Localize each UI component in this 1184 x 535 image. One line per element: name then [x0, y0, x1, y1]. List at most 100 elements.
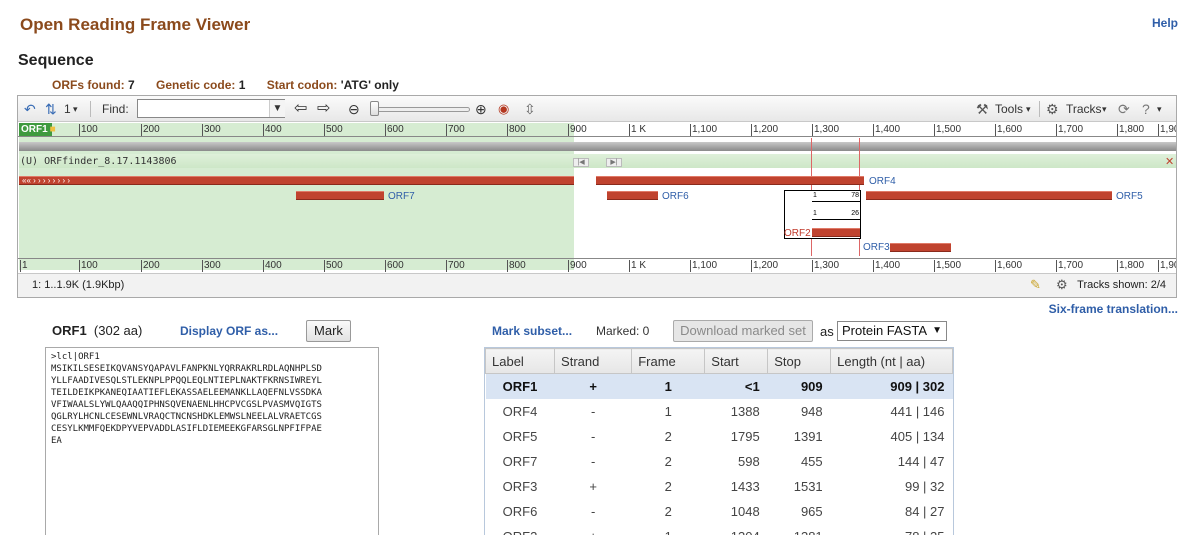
find-dropdown-icon[interactable]: ▼ — [269, 100, 285, 117]
ruler-tick-label: 1,200 — [753, 260, 779, 271]
orf2-label[interactable]: ORF2 — [784, 228, 811, 239]
start-codon-value: 'ATG' only — [340, 78, 399, 92]
table-cell: 909 — [767, 373, 831, 399]
tools-icon[interactable]: ⚒ — [976, 100, 989, 118]
flip-strand-icon[interactable]: ⇅ — [45, 100, 57, 118]
zoom-in-icon[interactable]: ⊕ — [475, 100, 487, 118]
ruler-tick — [995, 124, 996, 136]
mark-subset-link[interactable]: Mark subset... — [492, 324, 572, 338]
sequence-track-label: (U) ORFfinder_8.17.1143806 — [20, 156, 177, 167]
app-title: Open Reading Frame Viewer — [20, 15, 251, 34]
gear-icon[interactable]: ⚙ — [1046, 100, 1059, 118]
help-icon[interactable]: ? — [1142, 100, 1150, 118]
zoom-out-icon[interactable]: ⊖ — [348, 100, 360, 118]
table-cell: 441 | 146 — [890, 403, 945, 419]
tracks-dropdown-icon[interactable]: ▾ — [1102, 100, 1107, 118]
scroll-left-button[interactable]: |◀ — [573, 158, 589, 167]
column-header[interactable]: Strand — [554, 348, 633, 374]
help-link[interactable]: Help — [1152, 16, 1178, 30]
column-header[interactable]: Label — [485, 348, 556, 374]
column-header[interactable]: Frame — [631, 348, 706, 374]
table-row[interactable]: ORF5 - 2 1795 1391 405 | 134 — [486, 424, 953, 449]
orf7-bar[interactable] — [296, 191, 384, 200]
orf3-bar[interactable] — [890, 243, 951, 252]
ruler-tick — [385, 124, 386, 136]
ruler-tick-label: 800 — [509, 260, 526, 271]
orf2-bar[interactable] — [812, 228, 860, 237]
graphical-viewer[interactable]: ↶ ⇅ 1 ▾ Find: ▼ ⇦ ⇨ ⊖ ⊕ ◉ ⇳ ⚒ Tools ▾ ⚙ … — [17, 95, 1177, 298]
ruler-tick — [202, 260, 203, 272]
refresh-icon[interactable]: ⟳ — [1118, 100, 1130, 118]
table-cell: 1795 — [730, 428, 760, 444]
fit-icon[interactable]: ⇳ — [524, 100, 536, 118]
table-row[interactable]: ORF7 - 2 598 455 144 | 47 — [486, 449, 953, 474]
edit-icon[interactable]: ✎ — [1030, 277, 1041, 293]
table-row[interactable]: ORF4 - 1 1388 948 441 | 146 — [486, 399, 953, 424]
ruler-tick-label: 1,800 — [1119, 124, 1145, 135]
table-cell: 1391 — [793, 428, 823, 444]
table-row[interactable]: ORF1 +1 <1 909 909 | 302 — [485, 373, 953, 399]
orf-fasta-textarea[interactable]: >lcl|ORF1 MSIKILSESEIKQVANSYQAPAVLFANPKN… — [45, 347, 379, 535]
mini-ruler-aa-start: 1 — [813, 210, 817, 217]
genetic-code-label: Genetic code: — [156, 78, 236, 92]
ruler-tick-label: 1 K — [631, 124, 647, 135]
zoom-to-sequence-icon[interactable]: ◉ — [498, 100, 509, 118]
pan-right-icon[interactable]: ⇨ — [317, 100, 330, 118]
tracks-gear-icon[interactable]: ⚙ — [1056, 277, 1068, 293]
ruler-tick — [629, 124, 630, 136]
column-header[interactable]: Length (nt | aa) — [830, 348, 953, 374]
orf5-label[interactable]: ORF5 — [1116, 191, 1143, 202]
mark-button[interactable]: Mark — [306, 320, 351, 342]
sequence-bar — [19, 142, 1176, 151]
orf7-label[interactable]: ORF7 — [388, 191, 415, 202]
lock-icon: ■ — [49, 124, 56, 135]
close-track-icon[interactable]: ✕ — [1165, 155, 1174, 168]
pan-left-icon[interactable]: ⇦ — [294, 100, 307, 118]
help-dropdown-icon[interactable]: ▾ — [1157, 100, 1162, 118]
orf4-label[interactable]: ORF4 — [869, 176, 896, 187]
zoom-num[interactable]: 1 — [64, 100, 71, 118]
table-cell: 84 | 27 — [904, 503, 945, 519]
six-frame-translation-link[interactable]: Six-frame translation... — [1049, 302, 1178, 316]
zoom-slider-handle[interactable] — [370, 101, 379, 116]
ruler-tick-label: 500 — [326, 260, 343, 271]
tools-dropdown-icon[interactable]: ▾ — [1026, 100, 1031, 118]
table-cell: 1433 — [730, 478, 760, 494]
format-select[interactable]: Protein FASTA ▼ — [837, 321, 947, 341]
tracks-menu[interactable]: Tracks — [1066, 100, 1102, 118]
scroll-right-button[interactable]: ▶| — [606, 158, 622, 167]
ruler-tick — [568, 260, 569, 272]
ruler-tick — [812, 124, 813, 136]
back-icon[interactable]: ↶ — [24, 100, 36, 118]
table-row[interactable]: ORF6 - 2 1048 965 84 | 27 — [486, 499, 953, 524]
download-marked-set-button[interactable]: Download marked set — [673, 320, 813, 342]
table-cell: 1381 — [768, 524, 831, 535]
orf3-label[interactable]: ORF3 — [863, 242, 890, 253]
table-cell: ORF4 — [502, 403, 538, 419]
zoom-slider[interactable] — [374, 107, 470, 112]
ruler-tick-label: 1,500 — [936, 260, 962, 271]
tools-menu[interactable]: Tools — [995, 100, 1023, 118]
column-header[interactable]: Start — [704, 348, 769, 374]
ruler-tick — [1056, 124, 1057, 136]
table-row[interactable]: ORF2+11304138178 | 25 — [486, 524, 953, 535]
orf2-mini-ruler-aa: 1 26 — [812, 209, 860, 220]
ruler-tick — [873, 124, 874, 136]
orf1-bar[interactable] — [19, 176, 574, 185]
column-header[interactable]: Stop — [767, 348, 832, 374]
ruler-tick — [263, 260, 264, 272]
marked-count: Marked: 0 — [596, 324, 650, 338]
ruler-tick-label: 900 — [570, 124, 587, 135]
table-cell: 909 | 302 — [830, 373, 953, 399]
tracks-shown[interactable]: Tracks shown: 2/4 — [1077, 279, 1166, 291]
display-orf-as-link[interactable]: Display ORF as... — [180, 324, 278, 338]
orf4-bar[interactable] — [596, 176, 864, 185]
table-row[interactable]: ORF3 +2 1433 1531 99 | 32 — [486, 474, 953, 499]
find-input[interactable] — [137, 99, 285, 118]
ruler-tick — [1056, 260, 1057, 272]
ruler-tick-label: 1,700 — [1058, 124, 1084, 135]
zoom-num-dropdown-icon[interactable]: ▾ — [73, 100, 78, 118]
orf5-bar[interactable] — [866, 191, 1112, 200]
orf6-bar[interactable] — [607, 191, 658, 200]
orf6-label[interactable]: ORF6 — [662, 191, 689, 202]
